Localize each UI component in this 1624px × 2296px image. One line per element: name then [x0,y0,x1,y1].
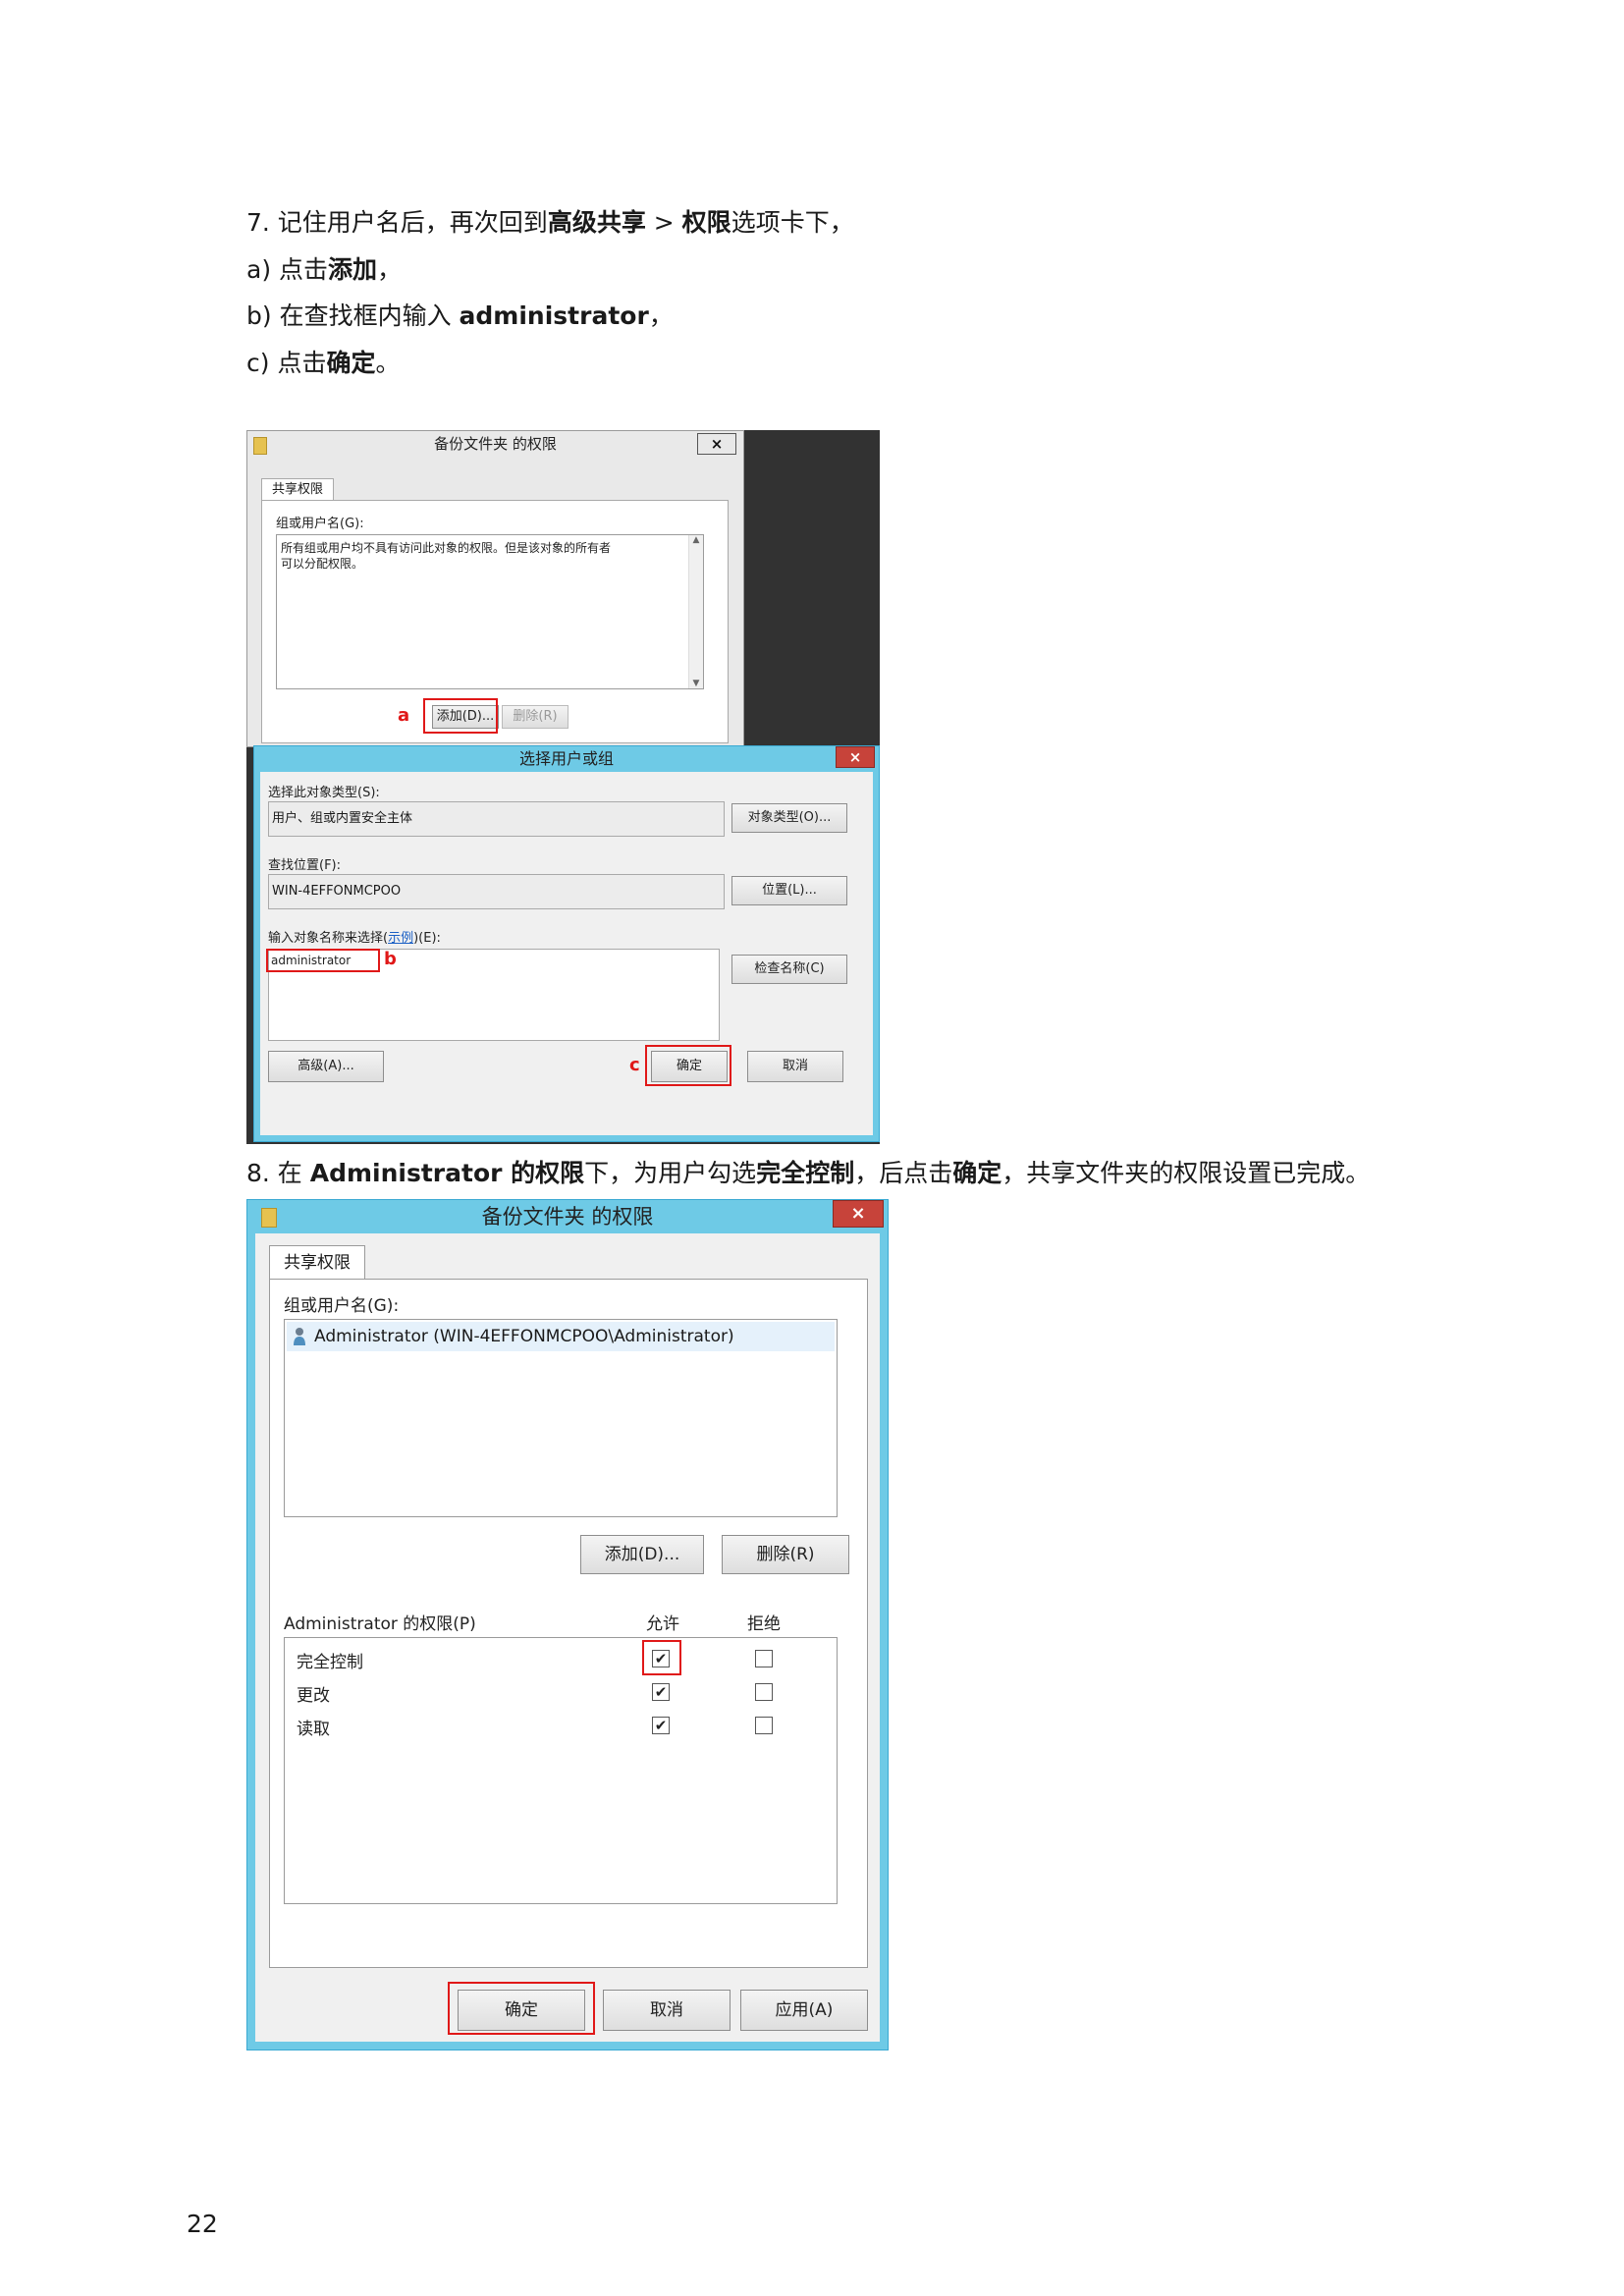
change-allow-checkbox[interactable]: ✔ [652,1683,670,1701]
scroll-up-icon[interactable]: ▲ [689,535,703,545]
user-icon [294,1328,305,1345]
step7b-prefix: b) 在查找框内输入 [246,301,460,330]
group-or-user-label: 组或用户名(G): [284,1296,400,1316]
marker-a: a [398,705,410,726]
close-button[interactable]: × [697,433,736,455]
step8-mid2: ，后点击 [854,1159,953,1187]
scroll-down-icon[interactable]: ▼ [689,679,703,688]
permissions-for-label: Administrator 的权限(P) [284,1614,476,1634]
step7a-bold: 添加 [328,255,378,284]
step7b-suffix: ， [648,301,674,330]
step7c-suffix: 。 [375,349,401,377]
empty-list-message-line1: 所有组或用户均不具有访问此对象的权限。但是该对象的所有者 [281,541,612,555]
object-types-button[interactable]: 对象类型(O)... [731,803,847,833]
permissions-dialog-title: 备份文件夹 的权限 [481,1205,654,1229]
enter-object-names-label: 输入对象名称来选择(示例)(E): [268,927,441,946]
location-field: WIN-4EFFONMCPOO [268,874,725,909]
location-label: 查找位置(F): [268,858,342,873]
step7a-text: a) 点击添加， [246,253,402,287]
permissions-dialog-body: 共享权限 组或用户名(G): Administrator (WIN-4EFFON… [255,1233,880,2042]
step7a-suffix: ， [377,255,403,284]
step8-prefix: 8. 在 [246,1159,310,1187]
select-users-dialog: 选择用户或组 × 选择此对象类型(S): 用户、组或内置安全主体 对象类型(O)… [253,745,880,1142]
tab-share-permissions[interactable]: 共享权限 [269,1245,365,1280]
enter-label-prefix: 输入对象名称来选择( [268,931,389,946]
list-item-administrator[interactable]: Administrator (WIN-4EFFONMCPOO\Administr… [287,1322,835,1351]
list-scrollbar[interactable]: ▲ ▼ [688,535,703,688]
step7-bold-advanced-share: 高级共享 [547,208,646,237]
check-names-button[interactable]: 检查名称(C) [731,955,847,984]
marker-b: b [384,949,397,969]
marker-c: c [629,1055,640,1075]
tab-share-permissions[interactable]: 共享权限 [261,478,334,501]
permissions-panel: 组或用户名(G): 所有组或用户均不具有访问此对象的权限。但是该对象的所有者 可… [261,500,729,743]
deny-header: 拒绝 [747,1614,781,1634]
enter-label-suffix: )(E): [413,931,441,946]
step8-suffix: ，共享文件夹的权限设置已完成。 [1001,1159,1371,1187]
share-permissions-panel: 组或用户名(G): Administrator (WIN-4EFFONMCPOO… [269,1279,868,1968]
step7a-prefix: a) 点击 [246,255,329,284]
highlight-ok-button [448,1982,595,2035]
remove-button[interactable]: 删除(R) [722,1535,849,1574]
permissions-dialog-title: 备份文件夹 的权限 [434,435,557,453]
screenshot-permissions-set: 备份文件夹 的权限 × 共享权限 组或用户名(G): Administrator… [246,1199,889,2050]
perm-change-label: 更改 [297,1686,330,1706]
step7c-bold: 确定 [326,349,376,377]
highlight-entered-name [266,949,380,972]
step8-text: 8. 在 Administrator 的权限下，为用户勾选完全控制，后点击确定，… [246,1157,1370,1190]
group-user-listbox[interactable]: 所有组或用户均不具有访问此对象的权限。但是该对象的所有者 可以分配权限。 ▲ ▼ [276,534,704,689]
step8-bold-admin-perms: Administrator 的权限 [309,1159,585,1187]
group-or-user-label: 组或用户名(G): [276,517,364,531]
read-deny-checkbox[interactable] [755,1717,773,1734]
step7c-prefix: c) 点击 [246,349,327,377]
object-type-label: 选择此对象类型(S): [268,786,380,800]
read-allow-checkbox[interactable]: ✔ [652,1717,670,1734]
allow-header: 允许 [646,1614,679,1634]
remove-button[interactable]: 删除(R) [502,705,568,729]
locations-button[interactable]: 位置(L)... [731,876,847,905]
screenshot-add-user: 备份文件夹 的权限 × 共享权限 组或用户名(G): 所有组或用户均不具有访问此… [246,430,880,1144]
cancel-button[interactable]: 取消 [747,1051,843,1082]
step7c-text: c) 点击确定。 [246,347,400,380]
cancel-button[interactable]: 取消 [603,1990,731,2031]
highlight-full-control [642,1640,681,1675]
full-control-deny-checkbox[interactable] [755,1650,773,1667]
permissions-dialog: 备份文件夹 的权限 × 共享权限 组或用户名(G): 所有组或用户均不具有访问此… [246,430,744,747]
group-user-listbox[interactable]: Administrator (WIN-4EFFONMCPOO\Administr… [284,1319,838,1517]
examples-link[interactable]: 示例 [388,931,413,946]
user-entry-text: Administrator (WIN-4EFFONMCPOO\Administr… [314,1327,734,1346]
step7b-bold: administrator [459,301,649,330]
step7-suffix: 选项卡下， [731,208,854,237]
permissions-list: 完全控制 ✔ 更改 ✔ 读取 ✔ [284,1637,838,1904]
step7-prefix: 7. 记住用户名后，再次回到 [246,208,548,237]
step8-mid1: 下，为用户勾选 [584,1159,757,1187]
step8-bold-ok: 确定 [952,1159,1002,1187]
page-number: 22 [187,2210,218,2238]
perm-full-control-label: 完全控制 [297,1653,363,1672]
close-button[interactable]: × [836,746,875,768]
highlight-ok-button [645,1045,731,1086]
object-type-field: 用户、组或内置安全主体 [268,801,725,837]
select-users-title: 选择用户或组 [518,749,614,768]
step8-bold-full-control: 完全控制 [756,1159,855,1187]
step7-text: 7. 记住用户名后，再次回到高级共享 > 权限选项卡下， [246,206,854,240]
highlight-add-button [423,698,498,734]
add-button[interactable]: 添加(D)... [580,1535,704,1574]
step7b-text: b) 在查找框内输入 administrator， [246,300,674,333]
select-users-body: 选择此对象类型(S): 用户、组或内置安全主体 对象类型(O)... 查找位置(… [260,772,873,1135]
step7-bold-permissions: 权限 [681,208,731,237]
advanced-button[interactable]: 高级(A)... [268,1051,384,1082]
change-deny-checkbox[interactable] [755,1683,773,1701]
step7-separator: > [645,208,682,237]
empty-list-message-line2: 可以分配权限。 [281,557,364,571]
apply-button[interactable]: 应用(A) [740,1990,868,2031]
perm-read-label: 读取 [297,1720,330,1739]
close-button[interactable]: × [833,1200,884,1228]
